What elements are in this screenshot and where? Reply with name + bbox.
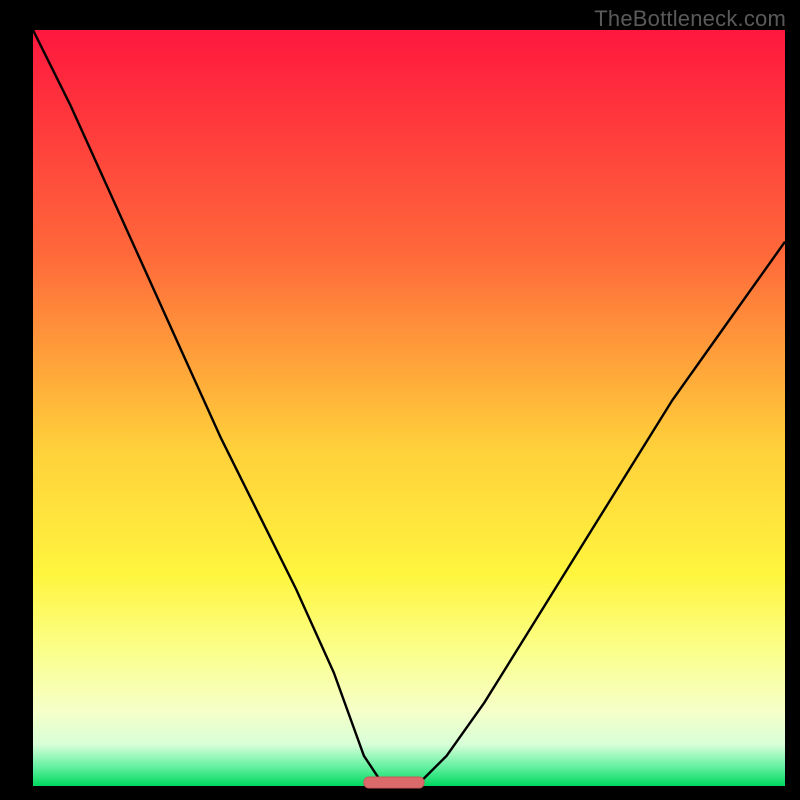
chart-frame: TheBottleneck.com	[0, 0, 800, 800]
bottleneck-chart	[0, 0, 800, 800]
watermark-text: TheBottleneck.com	[594, 6, 786, 32]
minimum-marker	[364, 777, 424, 788]
plot-background	[33, 30, 785, 786]
